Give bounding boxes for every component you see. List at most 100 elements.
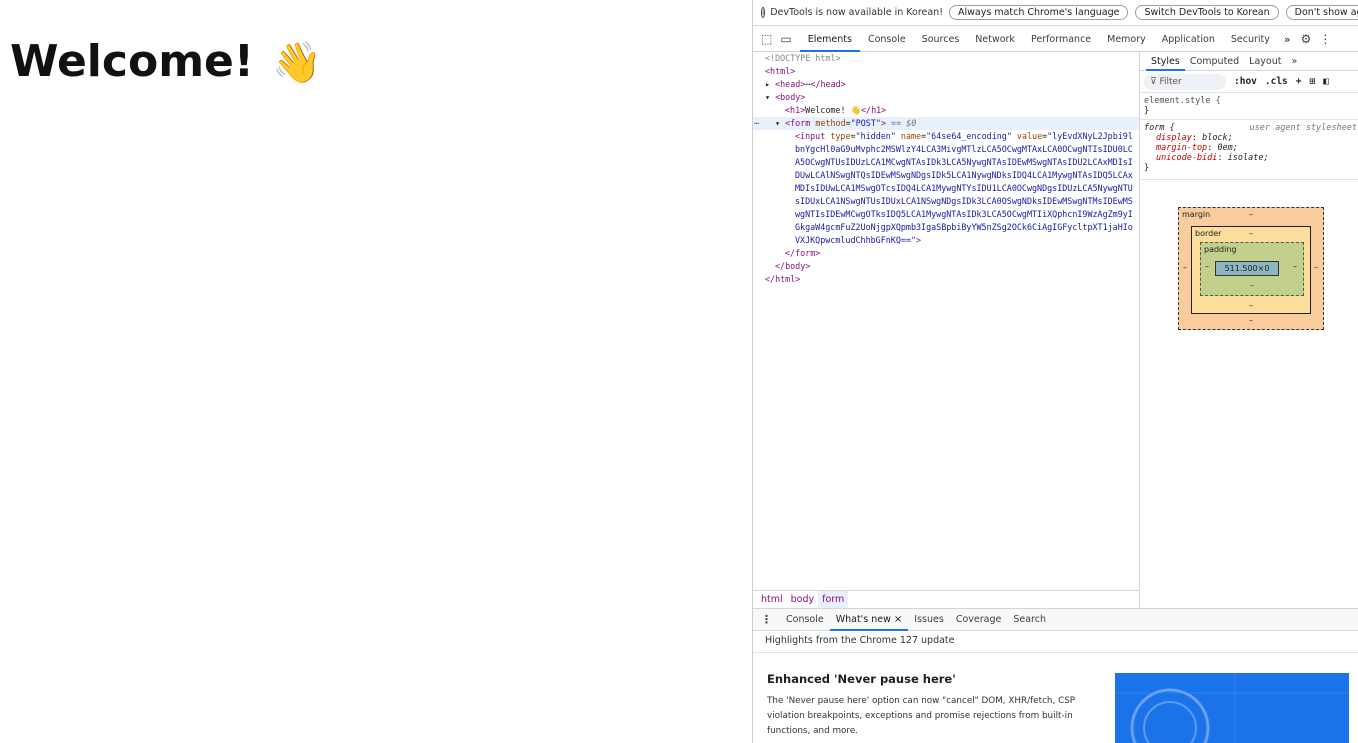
waving-hand-emoji: 👋: [271, 40, 322, 86]
tab-network[interactable]: Network: [967, 27, 1023, 52]
head-tag: <head>: [775, 79, 806, 89]
padding-right-value: –: [1293, 262, 1297, 271]
drawer-menu-icon[interactable]: ⋮: [761, 613, 772, 626]
tree-line-doctype[interactable]: <!DOCTYPE html>: [753, 52, 1139, 65]
css-prop-value: block;: [1202, 133, 1233, 143]
toggle-sidebar-icon[interactable]: ◧: [1323, 76, 1329, 87]
box-model-border[interactable]: border – – padding – – – 511.500×0: [1191, 226, 1311, 314]
feature-promo-image[interactable]: [1115, 673, 1349, 743]
device-toolbar-icon[interactable]: ▭: [780, 32, 791, 46]
breadcrumb-body[interactable]: body: [787, 591, 819, 608]
node-actions-icon[interactable]: ⋯: [754, 117, 759, 130]
body-open-tag: <body>: [775, 92, 806, 102]
promo-graphic-icon: [1115, 673, 1349, 743]
border-bottom-value: –: [1249, 301, 1253, 310]
tab-console[interactable]: Console: [860, 27, 914, 52]
tree-line-body-close[interactable]: </body>: [753, 260, 1139, 273]
drawer-tabbar: ⋮ Console What's new × Issues Coverage Se…: [753, 608, 1358, 631]
more-tabs-icon[interactable]: »: [1284, 33, 1291, 46]
tab-computed[interactable]: Computed: [1185, 52, 1244, 71]
tab-styles[interactable]: Styles: [1146, 52, 1185, 71]
match-language-button[interactable]: Always match Chrome's language: [949, 5, 1129, 20]
page-heading: Welcome! 👋: [10, 36, 322, 87]
breadcrumb-form[interactable]: form: [818, 591, 849, 608]
head-close-tag: </head>: [810, 79, 846, 89]
hov-button[interactable]: :hov: [1234, 76, 1257, 87]
element-style-rule[interactable]: element.style { }: [1140, 93, 1358, 120]
tab-application[interactable]: Application: [1154, 27, 1223, 52]
drawer-tab-coverage[interactable]: Coverage: [950, 609, 1008, 631]
tree-line-input[interactable]: <input type="hidden" name="64se64_encodi…: [753, 130, 1139, 247]
tab-performance[interactable]: Performance: [1023, 27, 1099, 52]
tree-line-html[interactable]: <html>: [753, 65, 1139, 78]
border-label: border: [1195, 229, 1222, 238]
close-icon[interactable]: ×: [894, 614, 902, 625]
box-model-diagram: margin – – – – border – – padding – – – …: [1178, 207, 1324, 330]
form-ua-rule[interactable]: user agent stylesheet form { display: bl…: [1140, 120, 1358, 180]
tab-sources[interactable]: Sources: [914, 27, 968, 52]
gear-icon[interactable]: ⚙: [1301, 32, 1312, 46]
tab-memory[interactable]: Memory: [1099, 27, 1154, 52]
tree-line-body[interactable]: ▾ <body>: [753, 91, 1139, 104]
drawer-tab-console[interactable]: Console: [780, 609, 830, 631]
tree-line-h1[interactable]: <h1>Welcome! 👋</h1>: [753, 104, 1139, 117]
drawer-tab-search[interactable]: Search: [1007, 609, 1052, 631]
tab-security[interactable]: Security: [1223, 27, 1278, 52]
whats-new-panel: Highlights from the Chrome 127 update En…: [753, 631, 1358, 743]
tab-elements[interactable]: Elements: [799, 27, 860, 52]
drawer-tab-issues[interactable]: Issues: [908, 609, 950, 631]
margin-bottom-value: –: [1249, 316, 1253, 325]
body-close-tag: </body>: [775, 261, 811, 271]
collapse-triangle-icon[interactable]: ▾: [765, 92, 775, 102]
kebab-menu-icon[interactable]: ⋮: [1319, 32, 1331, 46]
filter-placeholder: Filter: [1159, 76, 1182, 87]
expand-triangle-icon[interactable]: ▸: [765, 79, 775, 89]
filter-input[interactable]: ⊽ Filter: [1144, 73, 1226, 90]
tree-line-html-close[interactable]: </html>: [753, 273, 1139, 286]
cls-button[interactable]: .cls: [1265, 76, 1288, 87]
feature-title[interactable]: Enhanced 'Never pause here': [767, 672, 956, 686]
computed-styles-icon[interactable]: ⊞: [1310, 76, 1316, 87]
breadcrumb-html[interactable]: html: [757, 591, 787, 608]
more-subtabs-icon[interactable]: »: [1286, 52, 1302, 71]
styles-filter-row: ⊽ Filter :hov .cls + ⊞ ◧: [1140, 71, 1358, 93]
tree-line-head[interactable]: ▸ <head>⋯</head>: [753, 78, 1139, 91]
css-prop-name: unicode-bidi: [1156, 153, 1218, 163]
infobar-message: DevTools is now available in Korean!: [770, 7, 944, 18]
margin-left-value: –: [1183, 263, 1187, 272]
box-model-content[interactable]: 511.500×0: [1215, 261, 1279, 276]
border-top-value: –: [1249, 229, 1253, 238]
css-prop-name: margin-top: [1156, 143, 1208, 153]
inspect-element-icon[interactable]: ⬚: [761, 32, 772, 46]
input-attr-value-value: "lyEvdXNyL2Jpbi9lbnYgcHl0aG9uMvphc2MSWlz…: [795, 131, 1133, 245]
html-open-tag: <html>: [765, 66, 796, 76]
doctype-text: <!DOCTYPE html>: [765, 53, 841, 63]
padding-left-value: –: [1205, 262, 1209, 271]
new-rule-button[interactable]: +: [1296, 76, 1302, 87]
tree-line-form-selected[interactable]: ⋯ ▾ <form method="POST"> == $0: [753, 117, 1139, 130]
css-prop-name: display: [1156, 133, 1192, 143]
h1-text: Welcome! 👋: [805, 105, 861, 115]
info-icon: i: [761, 7, 766, 18]
switch-korean-button[interactable]: Switch DevTools to Korean: [1135, 5, 1279, 20]
form-attr-name: method: [815, 118, 846, 128]
dont-show-again-button[interactable]: Don't show again: [1285, 5, 1358, 20]
collapse-triangle-icon[interactable]: ▾: [775, 118, 785, 128]
element-style-close: }: [1144, 106, 1150, 116]
tree-line-form-close[interactable]: </form>: [753, 247, 1139, 260]
css-prop-value: 0em;: [1217, 143, 1238, 153]
selected-node-suffix: == $0: [891, 118, 917, 128]
devtools-toolbar: ⬚ ▭ Elements Console Sources Network Per…: [753, 27, 1358, 52]
input-attr-value: value: [1016, 131, 1043, 141]
box-model-padding[interactable]: padding – – – 511.500×0: [1200, 242, 1304, 296]
styles-pane: Styles Computed Layout » ⊽ Filter :hov .…: [1139, 52, 1358, 608]
input-tag-name: input: [800, 131, 826, 141]
highlights-text: Highlights from the Chrome 127 update: [765, 635, 955, 646]
divider: [753, 652, 1358, 653]
tab-layout[interactable]: Layout: [1244, 52, 1286, 71]
feature-description: The 'Never pause here' option can now "c…: [767, 696, 1076, 736]
element-style-selector: element.style {: [1144, 96, 1221, 106]
drawer-tab-whats-new[interactable]: What's new ×: [829, 609, 909, 631]
margin-label: margin: [1182, 210, 1211, 219]
box-model-margin[interactable]: margin – – – – border – – padding – – – …: [1178, 207, 1324, 330]
